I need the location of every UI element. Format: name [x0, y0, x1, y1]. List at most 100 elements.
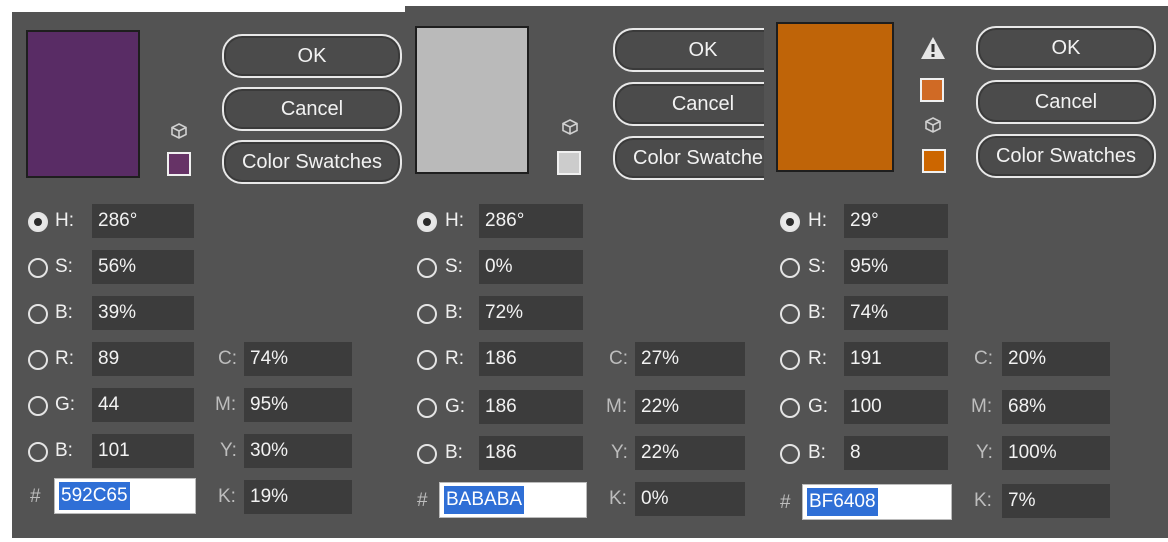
field-r[interactable]: 186	[479, 342, 583, 376]
radio-b[interactable]	[417, 304, 437, 324]
radio-s[interactable]	[780, 258, 800, 278]
radio-blue[interactable]	[417, 444, 437, 464]
label-hash: #	[30, 486, 41, 507]
gamut-warning-swatch[interactable]	[920, 78, 944, 102]
field-k[interactable]: 7%	[1002, 484, 1110, 518]
radio-h[interactable]	[28, 212, 48, 232]
label-blue: B:	[808, 442, 826, 463]
field-c[interactable]: 27%	[635, 342, 745, 376]
label-h: H:	[55, 210, 74, 231]
ok-button[interactable]: OK	[976, 26, 1156, 70]
field-b[interactable]: 72%	[479, 296, 583, 330]
label-r: R:	[445, 348, 464, 369]
field-c[interactable]: 74%	[244, 342, 352, 376]
field-s[interactable]: 0%	[479, 250, 583, 284]
radio-r[interactable]	[417, 350, 437, 370]
field-g[interactable]: 186	[479, 390, 583, 424]
hex-input[interactable]: BABABA	[439, 482, 587, 518]
field-r[interactable]: 191	[844, 342, 948, 376]
label-s: S:	[808, 256, 826, 277]
color-swatches-button[interactable]: Color Swatches	[222, 140, 402, 184]
field-h[interactable]: 286°	[479, 204, 583, 238]
radio-b[interactable]	[28, 304, 48, 324]
field-blue[interactable]: 8	[844, 436, 948, 470]
field-k[interactable]: 19%	[244, 480, 352, 514]
cancel-button[interactable]: Cancel	[613, 82, 773, 126]
radio-b[interactable]	[780, 304, 800, 324]
label-s: S:	[445, 256, 463, 277]
field-m[interactable]: 95%	[244, 388, 352, 422]
label-k: K:	[974, 490, 992, 511]
field-b[interactable]: 74%	[844, 296, 948, 330]
field-m[interactable]: 22%	[635, 390, 745, 424]
radio-g[interactable]	[780, 398, 800, 418]
label-k: K:	[218, 486, 236, 507]
field-h[interactable]: 286°	[92, 204, 194, 238]
label-c: C:	[609, 348, 628, 369]
field-b[interactable]: 39%	[92, 296, 194, 330]
web-safe-color-swatch[interactable]	[167, 152, 191, 176]
field-g[interactable]: 100	[844, 390, 948, 424]
label-g: G:	[55, 394, 76, 415]
label-r: R:	[808, 348, 827, 369]
hex-input[interactable]: BF6408	[802, 484, 952, 520]
label-hash: #	[417, 490, 428, 511]
label-h: H:	[808, 210, 827, 231]
new-color-swatch	[776, 22, 894, 172]
field-g[interactable]: 44	[92, 388, 194, 422]
label-c: C:	[974, 348, 993, 369]
hex-value: BF6408	[807, 488, 878, 516]
field-y[interactable]: 22%	[635, 436, 745, 470]
radio-g[interactable]	[417, 398, 437, 418]
field-blue[interactable]: 101	[92, 434, 194, 468]
field-s[interactable]: 95%	[844, 250, 948, 284]
field-s[interactable]: 56%	[92, 250, 194, 284]
label-m: M:	[606, 396, 628, 417]
field-c[interactable]: 20%	[1002, 342, 1110, 376]
new-color-swatch	[415, 26, 529, 174]
label-m: M:	[215, 394, 237, 415]
web-safe-color-swatch[interactable]	[557, 151, 581, 175]
label-m: M:	[971, 396, 993, 417]
field-h[interactable]: 29°	[844, 204, 948, 238]
label-g: G:	[808, 396, 829, 417]
web-safe-cube-icon[interactable]	[170, 122, 188, 140]
ok-button[interactable]: OK	[222, 34, 402, 78]
color-picker-panel-gray: OK Cancel Color Swatche H: 286° S: 0% B:…	[405, 6, 773, 538]
radio-blue[interactable]	[780, 444, 800, 464]
new-color-swatch	[26, 30, 140, 178]
field-blue[interactable]: 186	[479, 436, 583, 470]
field-y[interactable]: 30%	[244, 434, 352, 468]
label-g: G:	[445, 396, 466, 417]
radio-r[interactable]	[780, 350, 800, 370]
field-k[interactable]: 0%	[635, 482, 745, 516]
label-b: B:	[55, 302, 73, 323]
field-y[interactable]: 100%	[1002, 436, 1110, 470]
radio-r[interactable]	[28, 350, 48, 370]
color-picker-panel-orange: OK Cancel Color Swatches H: 29° S: 95% B…	[764, 6, 1168, 538]
radio-s[interactable]	[417, 258, 437, 278]
label-y: Y:	[976, 442, 993, 463]
label-b: B:	[808, 302, 826, 323]
label-blue: B:	[445, 442, 463, 463]
label-hash: #	[780, 492, 791, 513]
color-swatches-button[interactable]: Color Swatches	[976, 134, 1156, 178]
color-swatches-button[interactable]: Color Swatche	[613, 136, 773, 180]
field-r[interactable]: 89	[92, 342, 194, 376]
radio-s[interactable]	[28, 258, 48, 278]
radio-blue[interactable]	[28, 442, 48, 462]
radio-h[interactable]	[417, 212, 437, 232]
radio-g[interactable]	[28, 396, 48, 416]
label-h: H:	[445, 210, 464, 231]
cancel-button[interactable]: Cancel	[976, 80, 1156, 124]
label-s: S:	[55, 256, 73, 277]
field-m[interactable]: 68%	[1002, 390, 1110, 424]
web-safe-cube-icon[interactable]	[561, 118, 579, 136]
cancel-button[interactable]: Cancel	[222, 87, 402, 131]
web-safe-cube-icon[interactable]	[924, 116, 942, 134]
ok-button[interactable]: OK	[613, 28, 773, 72]
hex-input[interactable]: 592C65	[54, 478, 196, 514]
radio-h[interactable]	[780, 212, 800, 232]
web-safe-color-swatch[interactable]	[922, 149, 946, 173]
out-of-gamut-warning-icon[interactable]	[920, 36, 946, 60]
